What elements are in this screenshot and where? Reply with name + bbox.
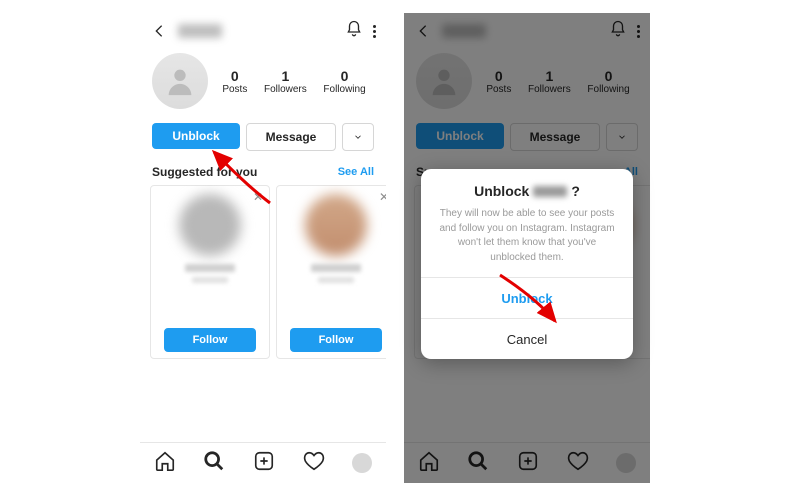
- dismiss-icon[interactable]: ✕: [379, 190, 386, 204]
- suggested-card[interactable]: ✕ Follow: [150, 185, 270, 359]
- message-button[interactable]: Message: [246, 123, 336, 151]
- dialog-unblock-button[interactable]: Unblock: [421, 277, 633, 318]
- suggested-avatar: [179, 194, 241, 256]
- more-options-icon[interactable]: [373, 25, 376, 38]
- suggested-sub-blurred: [318, 277, 354, 283]
- phone-dialog-view: 0Posts 1Followers 0Following Unblock Mes…: [404, 13, 650, 483]
- suggested-card[interactable]: ✕ Follow: [276, 185, 386, 359]
- nav-profile-icon[interactable]: [352, 453, 372, 473]
- suggested-name-blurred: [311, 264, 361, 272]
- dialog-body: They will now be able to see your posts …: [421, 201, 633, 277]
- suggested-cards: ✕ Follow ✕ Follow: [140, 185, 386, 359]
- suggested-avatar: [305, 194, 367, 256]
- header: [140, 13, 386, 49]
- suggested-sub-blurred: [192, 277, 228, 283]
- stat-posts[interactable]: 0Posts: [222, 68, 247, 95]
- suggested-header: Suggested for you See All: [140, 157, 386, 185]
- see-all-link[interactable]: See All: [338, 166, 374, 178]
- unblock-button[interactable]: Unblock: [152, 123, 240, 149]
- suggestions-toggle-button[interactable]: [342, 123, 374, 151]
- phone-profile-view: 0Posts 1Followers 0Following Unblock Mes…: [140, 13, 386, 483]
- avatar[interactable]: [152, 53, 208, 109]
- follow-button[interactable]: Follow: [164, 328, 256, 352]
- back-icon[interactable]: [150, 22, 168, 40]
- stat-following[interactable]: 0Following: [323, 68, 365, 95]
- dialog-username-blurred: [533, 186, 567, 197]
- stat-followers[interactable]: 1Followers: [264, 68, 307, 95]
- dialog-cancel-button[interactable]: Cancel: [421, 318, 633, 359]
- bottom-nav: [140, 442, 386, 483]
- suggested-title: Suggested for you: [152, 165, 257, 179]
- profile-row: 0Posts 1Followers 0Following: [140, 49, 386, 117]
- dismiss-icon[interactable]: ✕: [253, 190, 263, 204]
- notifications-icon[interactable]: [345, 20, 363, 43]
- suggested-name-blurred: [185, 264, 235, 272]
- dialog-title: Unblock ?: [474, 183, 580, 199]
- nav-home-icon[interactable]: [154, 450, 176, 477]
- follow-button[interactable]: Follow: [290, 328, 382, 352]
- unblock-dialog: Unblock ? They will now be able to see y…: [421, 169, 633, 359]
- nav-activity-icon[interactable]: [303, 450, 325, 477]
- username-blurred: [178, 24, 222, 38]
- nav-create-icon[interactable]: [253, 450, 275, 477]
- nav-search-icon[interactable]: [203, 450, 225, 477]
